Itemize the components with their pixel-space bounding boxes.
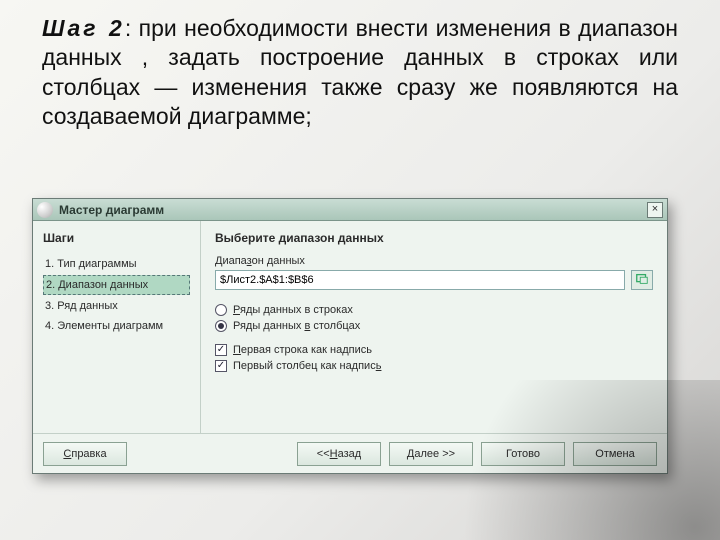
dialog-title: Мастер диаграмм [59,203,647,217]
wizard-steps-sidebar: Шаги 1. Тип диаграммы 2. Диапазон данных… [33,221,201,433]
chart-app-icon [37,202,53,218]
shrink-range-button[interactable] [631,270,653,290]
close-icon: × [652,204,658,215]
back-button[interactable]: <<Назад [297,442,381,466]
instruction-text: Шаг 2: при необходимости внести изменени… [0,0,720,132]
radio-rows-option[interactable]: Ряды данных в строках [215,304,653,316]
checkbox-icon [215,344,227,356]
checkbox-first-col-label: Первый столбец как надпись [233,360,381,372]
data-range-input[interactable] [215,270,625,290]
radio-icon [215,320,227,332]
checkbox-first-row-label: Первая строка как надпись [233,344,372,356]
close-button[interactable]: × [647,202,663,218]
help-button[interactable]: Справка [43,442,127,466]
wizard-step-1[interactable]: 1. Тип диаграммы [43,255,190,273]
radio-rows-label: Ряды данных в строках [233,304,353,316]
main-heading: Выберите диапазон данных [215,231,653,245]
next-button[interactable]: Далее >> [389,442,473,466]
sidebar-heading: Шаги [43,231,190,245]
checkbox-first-row[interactable]: Первая строка как надпись [215,344,653,356]
cancel-button[interactable]: Отмена [573,442,657,466]
data-range-label: Диапазон данных [215,255,653,267]
wizard-step-3[interactable]: 3. Ряд данных [43,297,190,315]
wizard-step-2[interactable]: 2. Диапазон данных [43,275,190,295]
checkbox-icon [215,360,227,372]
chart-wizard-dialog: Мастер диаграмм × Шаги 1. Тип диаграммы … [32,198,668,474]
finish-button[interactable]: Готово [481,442,565,466]
instruction-body: : при необходимости внести изменения в д… [42,15,678,129]
shrink-range-icon [635,272,649,289]
radio-cols-label: Ряды данных в столбцах [233,320,360,332]
wizard-main-panel: Выберите диапазон данных Диапазон данных… [201,221,667,433]
dialog-footer: Справка <<Назад Далее >> Готово Отмена [33,433,667,473]
radio-cols-option[interactable]: Ряды данных в столбцах [215,320,653,332]
wizard-step-4[interactable]: 4. Элементы диаграмм [43,317,190,335]
radio-icon [215,304,227,316]
titlebar: Мастер диаграмм × [33,199,667,221]
instruction-lead: Шаг 2 [42,15,125,41]
checkbox-first-col[interactable]: Первый столбец как надпись [215,360,653,372]
